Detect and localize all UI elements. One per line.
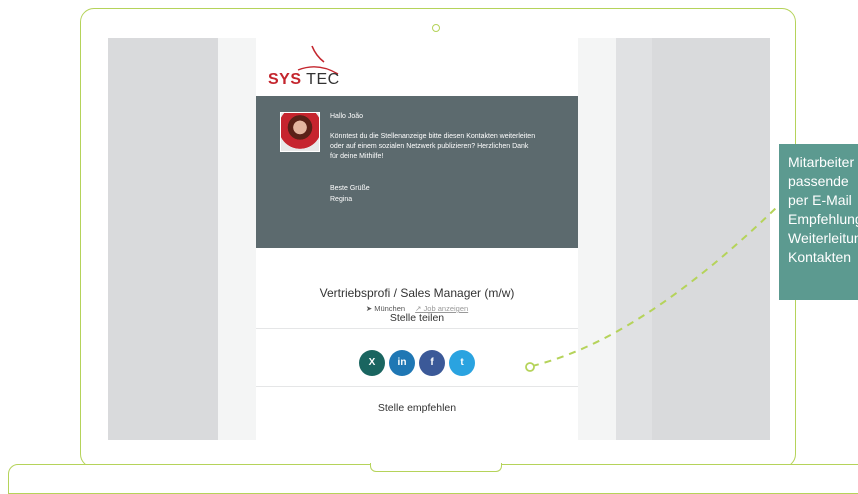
- callout-line: passende: [788, 173, 849, 189]
- feature-callout: Mitarbeiter passende per E-Mail Empfehlu…: [779, 144, 858, 300]
- callout-connector: [525, 205, 779, 372]
- callout-line: Kontakten: [788, 249, 852, 265]
- callout-line: Mitarbeiter: [788, 154, 855, 170]
- callout-line: Empfehlung: [788, 211, 858, 227]
- callout-line: Weiterleitung: [788, 230, 858, 246]
- callout-line: per E-Mail: [788, 192, 852, 208]
